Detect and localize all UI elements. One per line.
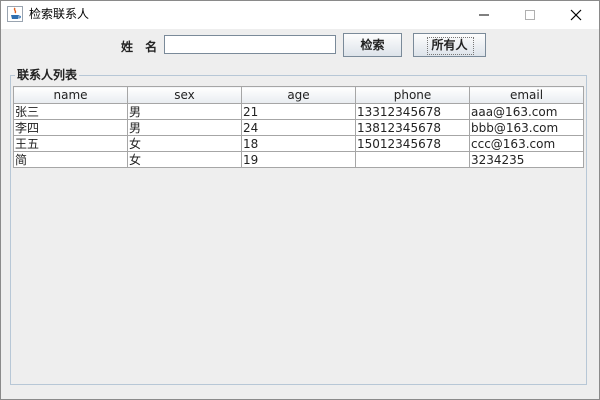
cell-name[interactable]: 张三 (13, 103, 128, 120)
cell-phone[interactable] (355, 151, 470, 168)
app-window: 检索联系人 姓 名 检索 所有人 联系人列表 name sex age phon… (0, 0, 600, 400)
content-panel: 姓 名 检索 所有人 联系人列表 name sex age phone emai… (1, 29, 599, 399)
focus-indicator (427, 37, 474, 55)
table-header-row: name sex age phone email (13, 86, 584, 104)
maximize-icon (525, 10, 535, 20)
title-bar[interactable]: 检索联系人 (1, 1, 599, 29)
table-row[interactable]: 简 女 19 3234235 (13, 151, 584, 168)
search-button-label: 检索 (360, 38, 385, 52)
cell-name[interactable]: 李四 (13, 119, 128, 136)
cell-phone[interactable]: 13312345678 (355, 103, 470, 120)
cell-sex[interactable]: 女 (127, 135, 242, 152)
cell-sex[interactable]: 女 (127, 151, 242, 168)
name-label: 姓 名 (121, 40, 162, 54)
window-title: 检索联系人 (29, 7, 90, 21)
minimize-icon (479, 14, 489, 16)
column-header-phone[interactable]: phone (355, 86, 470, 104)
cell-email[interactable]: aaa@163.com (469, 103, 584, 120)
minimize-button[interactable] (461, 1, 507, 29)
cell-name[interactable]: 简 (13, 151, 128, 168)
cell-sex[interactable]: 男 (127, 119, 242, 136)
table-row[interactable]: 张三 男 21 13312345678 aaa@163.com (13, 103, 584, 120)
column-header-age[interactable]: age (241, 86, 356, 104)
cell-phone[interactable]: 13812345678 (355, 119, 470, 136)
contact-list-group: 联系人列表 name sex age phone email 张三 男 21 1… (10, 67, 587, 385)
close-button[interactable] (553, 1, 599, 29)
table-row[interactable]: 李四 男 24 13812345678 bbb@163.com (13, 119, 584, 136)
table-row[interactable]: 王五 女 18 15012345678 ccc@163.com (13, 135, 584, 152)
cell-email[interactable]: bbb@163.com (469, 119, 584, 136)
cell-email[interactable]: ccc@163.com (469, 135, 584, 152)
cell-name[interactable]: 王五 (13, 135, 128, 152)
column-header-name[interactable]: name (13, 86, 128, 104)
column-header-email[interactable]: email (469, 86, 584, 104)
cell-age[interactable]: 21 (241, 103, 356, 120)
cell-sex[interactable]: 男 (127, 103, 242, 120)
cell-phone[interactable]: 15012345678 (355, 135, 470, 152)
name-search-input[interactable] (164, 35, 336, 54)
cell-age[interactable]: 18 (241, 135, 356, 152)
cell-age[interactable]: 19 (241, 151, 356, 168)
contacts-table[interactable]: name sex age phone email 张三 男 21 1331234… (13, 86, 584, 168)
cell-age[interactable]: 24 (241, 119, 356, 136)
close-icon (570, 9, 582, 21)
group-title: 联系人列表 (15, 67, 80, 83)
search-button[interactable]: 检索 (343, 33, 402, 57)
cell-email[interactable]: 3234235 (469, 151, 584, 168)
maximize-button[interactable] (507, 1, 553, 29)
java-cup-icon (7, 6, 23, 22)
show-all-button[interactable]: 所有人 (413, 33, 486, 57)
column-header-sex[interactable]: sex (127, 86, 242, 104)
